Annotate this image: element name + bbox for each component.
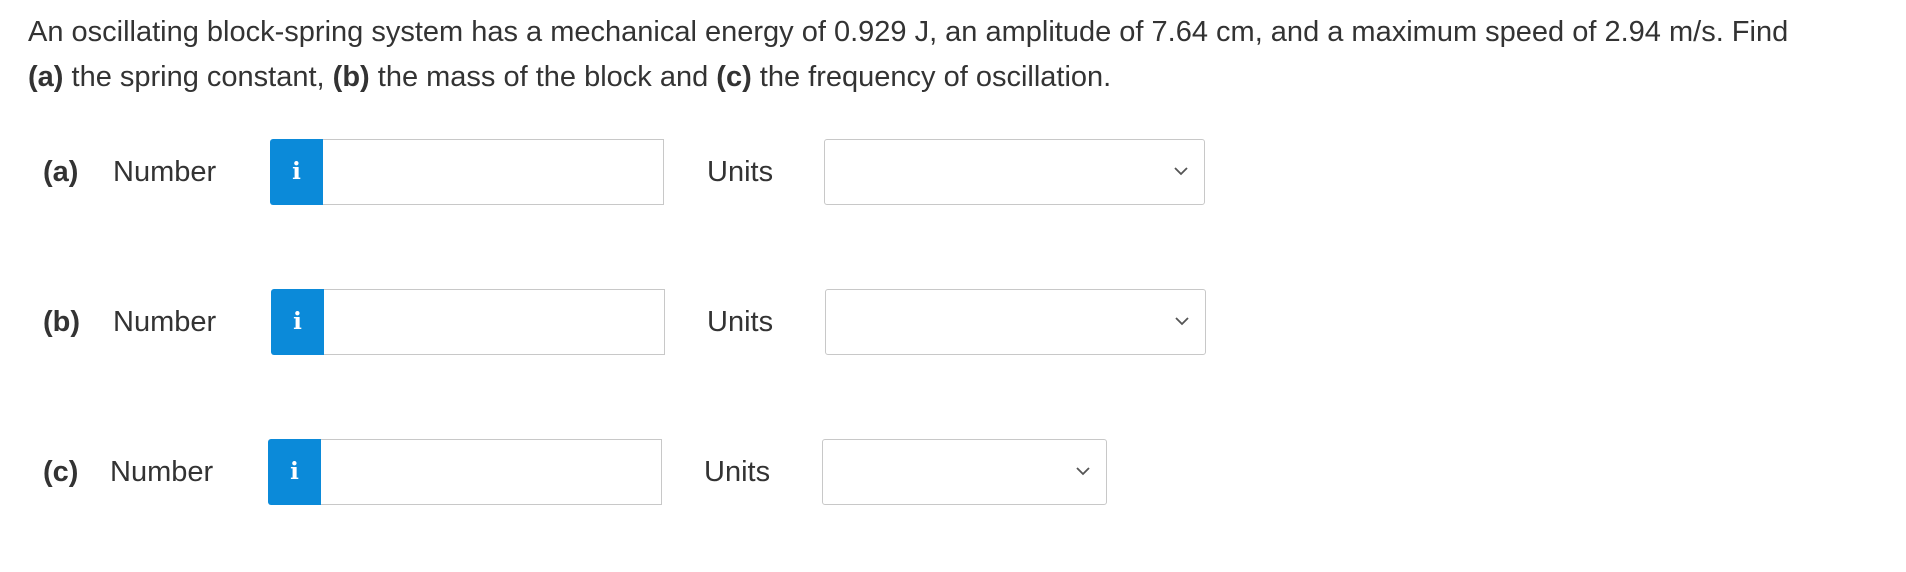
question-text-a: the spring constant, [63,61,333,93]
chevron-down-icon [1076,467,1090,476]
part-label-b: (b) [43,306,81,338]
units-select-b[interactable] [825,289,1206,355]
number-input-b[interactable] [324,289,665,355]
units-select-a[interactable] [824,139,1205,205]
number-label-b: Number [113,306,217,338]
number-label-a: Number [113,156,217,188]
number-input-a[interactable] [323,139,664,205]
question-text: An oscillating block-spring system has a… [28,10,1898,100]
part-label-a: (a) [43,156,79,188]
question-text-c: the frequency of oscillation. [751,61,1112,93]
number-label-c: Number [110,456,214,488]
number-input-c[interactable] [321,439,662,505]
answer-row-b: (b) Number i Units [0,289,1300,355]
info-icon[interactable]: i [268,439,321,505]
answer-row-c: (c) Number i Units [0,439,1300,505]
units-label-c: Units [704,456,771,488]
part-a-marker: (a) [28,61,64,93]
units-label-a: Units [707,156,774,188]
question-text-b: the mass of the block and [369,61,717,93]
chevron-down-icon [1174,167,1188,176]
chevron-down-icon [1175,317,1189,326]
part-c-marker: (c) [716,61,752,93]
units-select-c[interactable] [822,439,1107,505]
part-b-marker: (b) [332,61,370,93]
part-label-c: (c) [43,456,79,488]
question-line-1: An oscillating block-spring system has a… [28,16,1789,48]
info-icon[interactable]: i [270,139,323,205]
info-icon[interactable]: i [271,289,324,355]
answer-row-a: (a) Number i Units [0,139,1300,205]
units-label-b: Units [707,306,774,338]
